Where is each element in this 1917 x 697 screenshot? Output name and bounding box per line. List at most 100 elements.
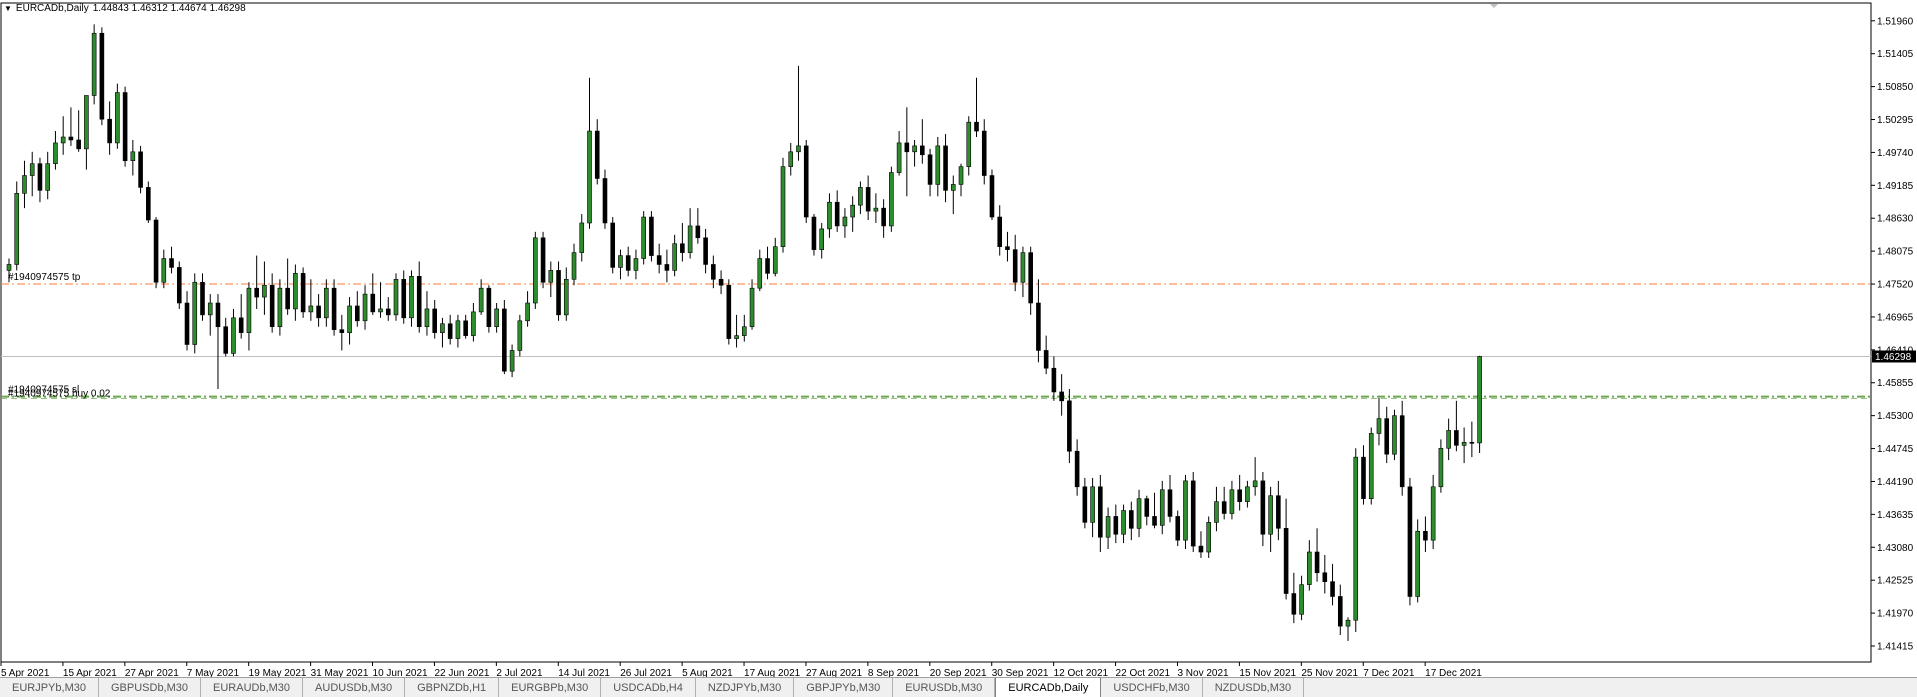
date-tick-label: 2 Jul 2021	[496, 668, 543, 677]
candle-body-bear	[680, 243, 685, 253]
candle	[486, 285, 492, 333]
candle	[533, 231, 538, 309]
candle-body-bear	[556, 270, 561, 316]
price-tick-label: 1.51405	[1877, 49, 1914, 60]
candle-body-bear	[1059, 391, 1064, 402]
candle-body-bull	[1136, 498, 1142, 529]
candle	[649, 211, 654, 262]
candle-body-bear	[989, 175, 995, 218]
candle-body-bull	[741, 326, 747, 336]
candle	[556, 261, 561, 321]
candle-body-bull	[509, 350, 515, 372]
candle	[726, 279, 732, 345]
candle-body-bear	[865, 187, 871, 212]
candle-body-bear	[803, 145, 809, 218]
candle-body-bear	[703, 237, 708, 265]
chart-tab[interactable]: NZDUSDb,M30	[1203, 678, 1305, 697]
dropdown-triangle-icon[interactable]: ▼	[4, 4, 12, 13]
chart-area[interactable]: 1.51960 1.51405 1.50850 1.50295 1.49740 1.491…	[0, 0, 1917, 677]
candle-body-bear	[1361, 456, 1366, 499]
price-tick-label: 1.41970	[1877, 609, 1914, 620]
candle-body-bear	[540, 237, 546, 283]
candle-body-bear	[1330, 581, 1335, 597]
date-tick-label: 10 Jun 2021	[373, 668, 428, 677]
price-tick-label: 1.45855	[1877, 378, 1914, 389]
candlestick-chart[interactable]: 1.51960 1.51405 1.50850 1.50295 1.49740 1.491…	[0, 0, 1917, 677]
candle	[502, 300, 507, 375]
chart-tab[interactable]: AUDUSDb,M30	[303, 678, 406, 697]
date-tick-label: 27 Aug 2021	[806, 668, 863, 677]
candle-body-bull	[1245, 486, 1250, 502]
chart-tab[interactable]: EURGBPb,M30	[499, 678, 602, 697]
candle-body-bear	[594, 130, 600, 179]
ohlc-readout: 1.44843 1.46312 1.44674 1.46298	[92, 3, 246, 14]
candle-body-bull	[455, 320, 461, 339]
candle	[146, 181, 151, 223]
chart-tab[interactable]: GBPNZDb,H1	[405, 678, 500, 697]
chart-tab[interactable]: EURUSDb,M30	[893, 678, 996, 697]
chart-tab[interactable]: USDCADb,H4	[601, 678, 696, 697]
candle-body-bull	[950, 184, 956, 191]
candle-body-bull	[1183, 480, 1188, 541]
price-tick-label: 1.50295	[1877, 115, 1914, 126]
chart-tab[interactable]: USDCHFb,M30	[1101, 678, 1203, 697]
chart-tab[interactable]: EURAUDb,M30	[201, 678, 304, 697]
candle-body-bear	[1152, 516, 1157, 526]
chart-tab[interactable]: GBPJPYb,M30	[794, 678, 894, 697]
candle	[610, 217, 616, 274]
candle-body-bear	[447, 323, 453, 339]
chart-tab[interactable]: EURJPYb,M30	[0, 678, 99, 697]
candle	[300, 267, 306, 318]
candle-body-bear	[370, 293, 376, 313]
candle-body-bear	[1454, 430, 1459, 446]
date-tick-label: 5 Aug 2021	[682, 668, 733, 677]
candle-body-bear	[1082, 486, 1088, 523]
candle-body-bear	[1237, 489, 1242, 502]
candle-body-bull	[347, 305, 352, 333]
candle-body-bull	[1477, 356, 1482, 444]
entry-level-label: #1940974575 buy 0.02	[8, 388, 111, 399]
candle-body-bear	[1028, 252, 1033, 304]
candle-body-bull	[84, 95, 89, 150]
candle-body-bear	[285, 287, 290, 310]
candle-body-bull	[889, 172, 894, 227]
chart-tab[interactable]: EURCADb,Daily	[995, 678, 1102, 697]
candle	[393, 273, 399, 321]
chart-tab[interactable]: GBPUSDb,M30	[99, 678, 202, 697]
candle-body-bull	[22, 175, 27, 194]
candle-body-bear	[416, 276, 422, 328]
candle-body-bear	[432, 308, 438, 333]
candle-body-bull	[850, 204, 855, 218]
candle-body-bull	[1307, 551, 1312, 585]
price-tick-label: 1.48075	[1877, 247, 1914, 258]
candle-body-bull	[533, 237, 538, 304]
date-tick-label: 20 Sep 2021	[930, 668, 987, 677]
candle-body-bear	[974, 121, 979, 132]
price-tick-label: 1.49740	[1877, 148, 1914, 159]
candle-body-bull	[409, 276, 414, 319]
chart-tab[interactable]: NZDJPYb,M30	[696, 678, 795, 697]
candle-body-bear	[1175, 516, 1181, 541]
symbol-header: ▼ EURCADb,Daily 1.44843 1.46312 1.44674 …	[4, 3, 246, 14]
candle-body-bull	[1159, 489, 1165, 526]
candle-body-bear	[943, 145, 948, 191]
candle-body-bull	[6, 264, 12, 271]
candle-body-bull	[1446, 430, 1451, 449]
price-tick-label: 1.46965	[1877, 312, 1914, 323]
candle-body-bull	[819, 228, 825, 250]
candle-body-bull	[277, 287, 283, 328]
candle-body-bear	[169, 258, 174, 268]
candle-body-bull	[672, 243, 677, 271]
date-tick-label: 22 Jun 2021	[434, 668, 489, 677]
candle-body-bear	[200, 281, 205, 316]
candle	[966, 116, 972, 176]
candle-body-bear	[610, 222, 616, 268]
date-tick-label: 8 Sep 2021	[868, 668, 920, 677]
price-tick-label: 1.41415	[1877, 641, 1914, 652]
candle-body-bull	[308, 305, 314, 313]
candle-body-bull	[633, 258, 639, 271]
candle-body-bear	[107, 118, 112, 144]
candle-body-bull	[966, 121, 972, 167]
candle-body-bear	[1005, 246, 1010, 250]
candle-body-bear	[1190, 480, 1196, 547]
